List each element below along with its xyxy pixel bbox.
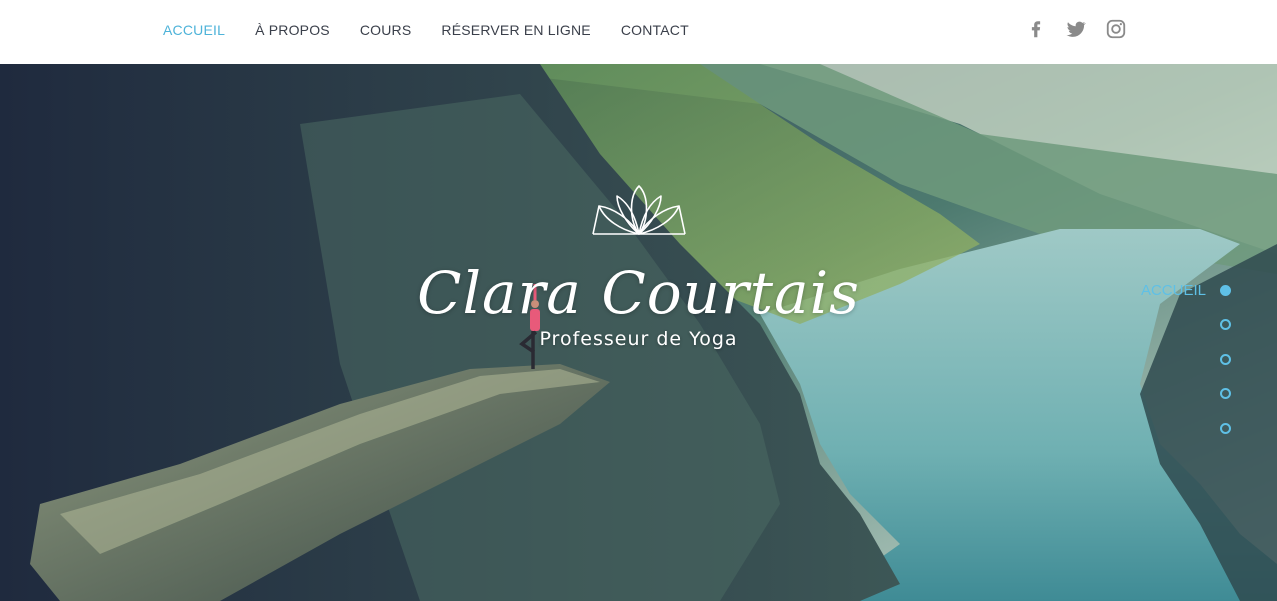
twitter-icon[interactable] bbox=[1065, 18, 1087, 40]
dot-nav-item-accueil[interactable]: ACCUEIL bbox=[1091, 273, 1231, 308]
section-dot-nav: ACCUEIL bbox=[1091, 273, 1231, 446]
site-header: ACCUEIL À PROPOS COURS RÉSERVER EN LIGNE… bbox=[0, 0, 1277, 64]
dot-nav-item-5[interactable] bbox=[1091, 411, 1231, 446]
page: ACCUEIL À PROPOS COURS RÉSERVER EN LIGNE… bbox=[0, 0, 1277, 601]
dot-nav-item-3[interactable] bbox=[1091, 342, 1231, 377]
dot-nav-item-2[interactable] bbox=[1091, 308, 1231, 343]
site-subtitle: Professeur de Yoga bbox=[539, 328, 738, 350]
nav-item-reserver-en-ligne[interactable]: RÉSERVER EN LIGNE bbox=[441, 22, 590, 38]
nav-item-a-propos[interactable]: À PROPOS bbox=[255, 22, 330, 38]
dot[interactable] bbox=[1220, 388, 1231, 400]
instagram-icon[interactable] bbox=[1105, 18, 1127, 40]
nav-item-cours[interactable]: COURS bbox=[360, 22, 412, 38]
facebook-icon[interactable] bbox=[1025, 18, 1047, 40]
dot[interactable] bbox=[1220, 422, 1231, 434]
dot-active[interactable] bbox=[1220, 284, 1231, 296]
hero-brand: Clara Courtais Professeur de Yoga bbox=[0, 184, 1277, 350]
lotus-icon bbox=[591, 185, 686, 235]
main-nav: ACCUEIL À PROPOS COURS RÉSERVER EN LIGNE… bbox=[163, 0, 689, 60]
hero-section: Clara Courtais Professeur de Yoga bbox=[0, 64, 1277, 601]
dot[interactable] bbox=[1220, 353, 1231, 365]
site-title: Clara Courtais bbox=[417, 259, 860, 327]
social-links bbox=[1025, 18, 1127, 40]
dot[interactable] bbox=[1220, 319, 1231, 331]
nav-item-contact[interactable]: CONTACT bbox=[621, 22, 689, 38]
dot-nav-item-4[interactable] bbox=[1091, 377, 1231, 412]
dot-nav-label: ACCUEIL bbox=[1140, 281, 1206, 299]
nav-item-accueil[interactable]: ACCUEIL bbox=[163, 22, 225, 38]
